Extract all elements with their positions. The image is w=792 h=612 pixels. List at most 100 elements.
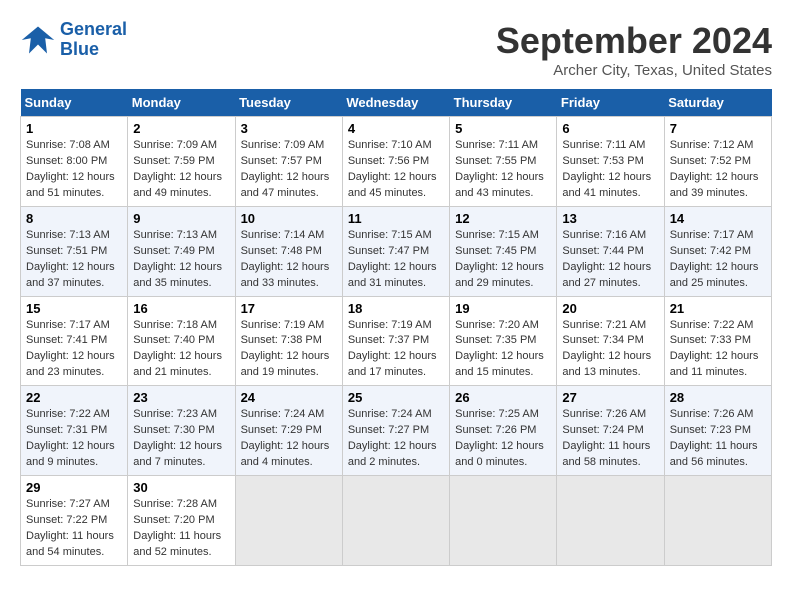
calendar-cell xyxy=(557,476,664,566)
day-number: 8 xyxy=(26,211,122,226)
day-info: Sunrise: 7:28 AMSunset: 7:20 PMDaylight:… xyxy=(133,497,229,561)
day-info: Sunrise: 7:10 AMSunset: 7:56 PMDaylight:… xyxy=(348,138,444,202)
day-info: Sunrise: 7:13 AMSunset: 7:51 PMDaylight:… xyxy=(26,228,122,292)
day-info: Sunrise: 7:08 AMSunset: 8:00 PMDaylight:… xyxy=(26,138,122,202)
day-info: Sunrise: 7:09 AMSunset: 7:59 PMDaylight:… xyxy=(133,138,229,202)
day-info: Sunrise: 7:18 AMSunset: 7:40 PMDaylight:… xyxy=(133,318,229,382)
weekday-header-wednesday: Wednesday xyxy=(342,89,449,117)
calendar-cell: 5 Sunrise: 7:11 AMSunset: 7:55 PMDaylight… xyxy=(450,117,557,207)
calendar-cell xyxy=(664,476,771,566)
day-number: 23 xyxy=(133,390,229,405)
day-number: 1 xyxy=(26,121,122,136)
day-number: 30 xyxy=(133,480,229,495)
calendar-cell: 17 Sunrise: 7:19 AMSunset: 7:38 PMDayligh… xyxy=(235,296,342,386)
calendar-cell: 18 Sunrise: 7:19 AMSunset: 7:37 PMDayligh… xyxy=(342,296,449,386)
day-info: Sunrise: 7:26 AMSunset: 7:23 PMDaylight:… xyxy=(670,407,766,471)
logo-line1: General xyxy=(60,19,127,39)
calendar-week-2: 8 Sunrise: 7:13 AMSunset: 7:51 PMDaylight… xyxy=(21,206,772,296)
calendar-week-4: 22 Sunrise: 7:22 AMSunset: 7:31 PMDayligh… xyxy=(21,386,772,476)
day-info: Sunrise: 7:23 AMSunset: 7:30 PMDaylight:… xyxy=(133,407,229,471)
day-number: 12 xyxy=(455,211,551,226)
day-number: 22 xyxy=(26,390,122,405)
day-info: Sunrise: 7:16 AMSunset: 7:44 PMDaylight:… xyxy=(562,228,658,292)
calendar-cell: 13 Sunrise: 7:16 AMSunset: 7:44 PMDayligh… xyxy=(557,206,664,296)
day-info: Sunrise: 7:19 AMSunset: 7:38 PMDaylight:… xyxy=(241,318,337,382)
calendar-cell: 14 Sunrise: 7:17 AMSunset: 7:42 PMDayligh… xyxy=(664,206,771,296)
day-info: Sunrise: 7:17 AMSunset: 7:41 PMDaylight:… xyxy=(26,318,122,382)
calendar-cell xyxy=(450,476,557,566)
calendar-cell: 25 Sunrise: 7:24 AMSunset: 7:27 PMDayligh… xyxy=(342,386,449,476)
calendar-cell: 4Sunrise: 7:10 AMSunset: 7:56 PMDaylight… xyxy=(342,117,449,207)
day-info: Sunrise: 7:11 AMSunset: 7:55 PMDaylight:… xyxy=(455,138,551,202)
day-info: Sunrise: 7:27 AMSunset: 7:22 PMDaylight:… xyxy=(26,497,122,561)
calendar-cell: 3 Sunrise: 7:09 AMSunset: 7:57 PMDaylight… xyxy=(235,117,342,207)
day-number: 14 xyxy=(670,211,766,226)
month-title: September 2024 xyxy=(496,20,772,62)
day-info: Sunrise: 7:14 AMSunset: 7:48 PMDaylight:… xyxy=(241,228,337,292)
day-number: 15 xyxy=(26,301,122,316)
calendar-cell: 27 Sunrise: 7:26 AMSunset: 7:24 PMDayligh… xyxy=(557,386,664,476)
day-number: 5 xyxy=(455,121,551,136)
day-number: 25 xyxy=(348,390,444,405)
calendar-cell: 19Sunrise: 7:20 AMSunset: 7:35 PMDayligh… xyxy=(450,296,557,386)
weekday-header-sunday: Sunday xyxy=(21,89,128,117)
calendar-cell: 21Sunrise: 7:22 AMSunset: 7:33 PMDayligh… xyxy=(664,296,771,386)
calendar-cell: 26 Sunrise: 7:25 AMSunset: 7:26 PMDayligh… xyxy=(450,386,557,476)
day-number: 28 xyxy=(670,390,766,405)
day-number: 21 xyxy=(670,301,766,316)
logo: General Blue xyxy=(20,20,127,60)
day-number: 20 xyxy=(562,301,658,316)
calendar-cell: 1 Sunrise: 7:08 AMSunset: 8:00 PMDaylight… xyxy=(21,117,128,207)
calendar-cell: 12 Sunrise: 7:15 AMSunset: 7:45 PMDayligh… xyxy=(450,206,557,296)
title-area: September 2024 Archer City, Texas, Unite… xyxy=(496,20,772,79)
day-info: Sunrise: 7:19 AMSunset: 7:37 PMDaylight:… xyxy=(348,318,444,382)
day-number: 26 xyxy=(455,390,551,405)
calendar-cell: 24Sunrise: 7:24 AMSunset: 7:29 PMDayligh… xyxy=(235,386,342,476)
calendar-cell: 11 Sunrise: 7:15 AMSunset: 7:47 PMDayligh… xyxy=(342,206,449,296)
day-info: Sunrise: 7:25 AMSunset: 7:26 PMDaylight:… xyxy=(455,407,551,471)
calendar-cell: 9Sunrise: 7:13 AMSunset: 7:49 PMDaylight… xyxy=(128,206,235,296)
location-subtitle: Archer City, Texas, United States xyxy=(496,62,772,79)
calendar-table: SundayMondayTuesdayWednesdayThursdayFrid… xyxy=(20,89,772,566)
calendar-week-3: 15 Sunrise: 7:17 AMSunset: 7:41 PMDayligh… xyxy=(21,296,772,386)
calendar-cell: 2 Sunrise: 7:09 AMSunset: 7:59 PMDaylight… xyxy=(128,117,235,207)
calendar-header-row: SundayMondayTuesdayWednesdayThursdayFrid… xyxy=(21,89,772,117)
day-info: Sunrise: 7:26 AMSunset: 7:24 PMDaylight:… xyxy=(562,407,658,471)
weekday-header-friday: Friday xyxy=(557,89,664,117)
day-info: Sunrise: 7:17 AMSunset: 7:42 PMDaylight:… xyxy=(670,228,766,292)
calendar-week-1: 1 Sunrise: 7:08 AMSunset: 8:00 PMDaylight… xyxy=(21,117,772,207)
day-number: 11 xyxy=(348,211,444,226)
day-info: Sunrise: 7:15 AMSunset: 7:47 PMDaylight:… xyxy=(348,228,444,292)
calendar-cell: 8 Sunrise: 7:13 AMSunset: 7:51 PMDaylight… xyxy=(21,206,128,296)
day-info: Sunrise: 7:24 AMSunset: 7:27 PMDaylight:… xyxy=(348,407,444,471)
calendar-cell: 23 Sunrise: 7:23 AMSunset: 7:30 PMDayligh… xyxy=(128,386,235,476)
day-number: 9 xyxy=(133,211,229,226)
calendar-week-5: 29 Sunrise: 7:27 AMSunset: 7:22 PMDayligh… xyxy=(21,476,772,566)
calendar-cell: 28 Sunrise: 7:26 AMSunset: 7:23 PMDayligh… xyxy=(664,386,771,476)
day-number: 17 xyxy=(241,301,337,316)
calendar-cell xyxy=(342,476,449,566)
day-number: 29 xyxy=(26,480,122,495)
calendar-cell: 10Sunrise: 7:14 AMSunset: 7:48 PMDayligh… xyxy=(235,206,342,296)
calendar-cell: 16 Sunrise: 7:18 AMSunset: 7:40 PMDayligh… xyxy=(128,296,235,386)
calendar-cell: 6Sunrise: 7:11 AMSunset: 7:53 PMDaylight… xyxy=(557,117,664,207)
day-number: 19 xyxy=(455,301,551,316)
day-number: 2 xyxy=(133,121,229,136)
weekday-header-saturday: Saturday xyxy=(664,89,771,117)
day-info: Sunrise: 7:21 AMSunset: 7:34 PMDaylight:… xyxy=(562,318,658,382)
day-number: 18 xyxy=(348,301,444,316)
day-info: Sunrise: 7:22 AMSunset: 7:31 PMDaylight:… xyxy=(26,407,122,471)
day-number: 16 xyxy=(133,301,229,316)
logo-line2: Blue xyxy=(60,40,127,60)
day-info: Sunrise: 7:09 AMSunset: 7:57 PMDaylight:… xyxy=(241,138,337,202)
day-number: 3 xyxy=(241,121,337,136)
day-number: 13 xyxy=(562,211,658,226)
page-header: General Blue September 2024 Archer City,… xyxy=(20,20,772,79)
day-number: 27 xyxy=(562,390,658,405)
calendar-cell: 30 Sunrise: 7:28 AMSunset: 7:20 PMDayligh… xyxy=(128,476,235,566)
calendar-cell: 29 Sunrise: 7:27 AMSunset: 7:22 PMDayligh… xyxy=(21,476,128,566)
day-info: Sunrise: 7:11 AMSunset: 7:53 PMDaylight:… xyxy=(562,138,658,202)
day-number: 24 xyxy=(241,390,337,405)
calendar-cell xyxy=(235,476,342,566)
day-info: Sunrise: 7:15 AMSunset: 7:45 PMDaylight:… xyxy=(455,228,551,292)
